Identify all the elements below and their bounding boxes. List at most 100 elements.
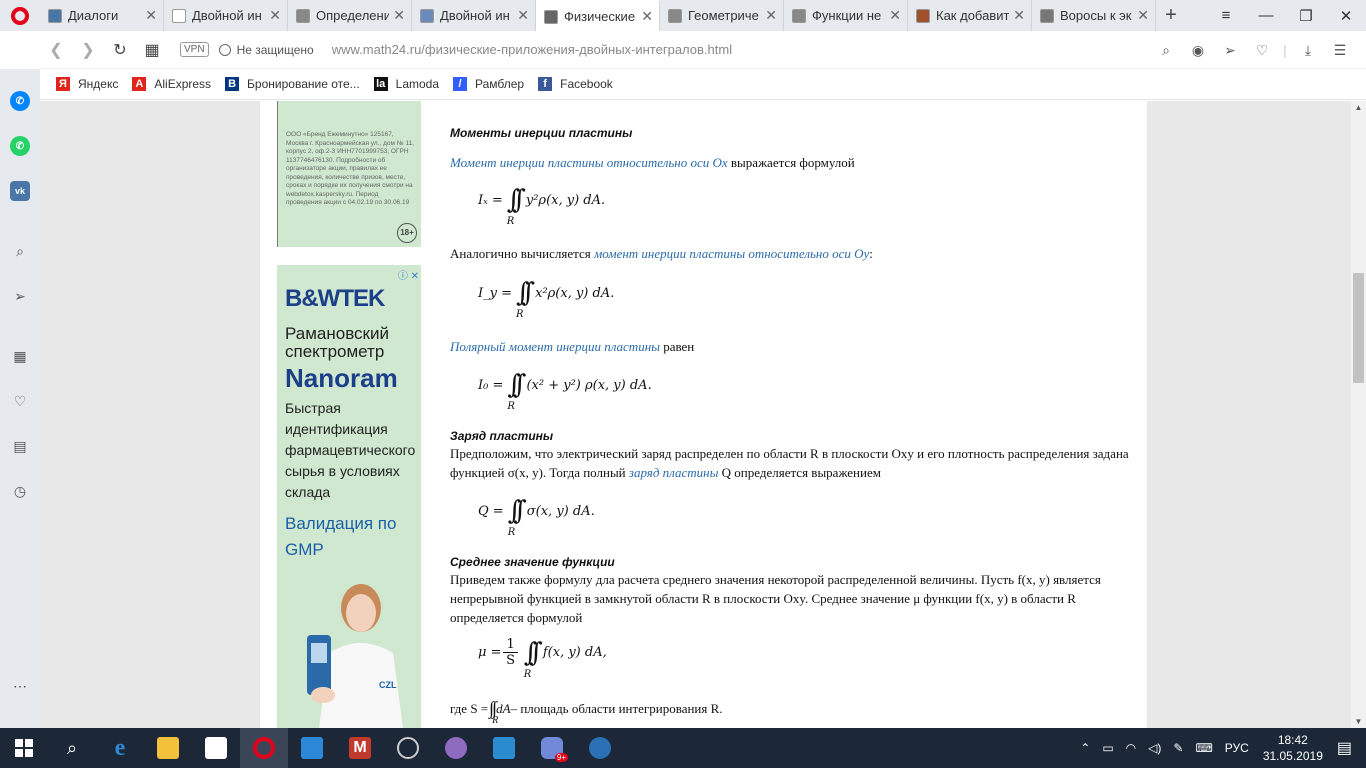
- bookmark-item[interactable]: B Бронирование оте...: [225, 77, 360, 91]
- wifi-icon[interactable]: ◠: [1126, 741, 1136, 755]
- tab-6[interactable]: Функции не ✕: [784, 0, 908, 31]
- link-moment-ox[interactable]: Момент инерции пластины относительно оси…: [450, 155, 728, 170]
- start-button[interactable]: [0, 728, 48, 768]
- link-charge[interactable]: заряд пластины: [629, 465, 719, 480]
- history-icon[interactable]: ◷: [10, 481, 30, 501]
- tab-close-icon[interactable]: ✕: [1013, 7, 1025, 24]
- taskbar-notepad[interactable]: [288, 728, 336, 768]
- more-icon[interactable]: ⋯: [10, 676, 30, 696]
- ad-banner-main[interactable]: ⓘ ✕ B&WTEK Рамановский спектрометр Nanor…: [277, 265, 421, 728]
- messenger-icon[interactable]: ✆: [10, 91, 30, 111]
- opera-menu-button[interactable]: [0, 0, 40, 31]
- tab-2[interactable]: Определени ✕: [288, 0, 412, 31]
- tab-close-icon[interactable]: ✕: [889, 7, 901, 24]
- link-moment-oy[interactable]: момент инерции пластины относительно оси…: [594, 246, 869, 261]
- clock[interactable]: 18:42 31.05.2019: [1263, 732, 1323, 764]
- battery-icon[interactable]: ▭: [1102, 741, 1113, 755]
- minimize-button[interactable]: —: [1246, 7, 1286, 24]
- heart-icon[interactable]: ♡: [10, 391, 30, 411]
- vpn-badge[interactable]: VPN: [180, 42, 209, 57]
- bookmark-item[interactable]: f Facebook: [538, 77, 613, 91]
- tab-4[interactable]: Физические ✕: [536, 0, 660, 31]
- double-integral-icon: ∫∫ R: [516, 278, 535, 320]
- taskbar-explorer[interactable]: [144, 728, 192, 768]
- taskbar-app-bracket[interactable]: [480, 728, 528, 768]
- forward-button[interactable]: ❯: [72, 40, 104, 60]
- bookmark-item[interactable]: A AliExpress: [132, 77, 211, 91]
- address-actions: ⌕ ◉ ➢ ♡ | ⤓ ☰: [1150, 31, 1356, 69]
- taskbar-store[interactable]: [192, 728, 240, 768]
- pen-icon[interactable]: ✎: [1173, 741, 1183, 755]
- store-icon: [205, 737, 227, 759]
- keyboard-icon[interactable]: ⌨: [1195, 741, 1212, 755]
- tab-menu-icon[interactable]: ≡: [1206, 7, 1246, 24]
- url-field[interactable]: www.math24.ru/физические-приложения-двой…: [332, 42, 732, 57]
- vk-icon[interactable]: vk: [10, 181, 30, 201]
- tab-favicon-icon: [420, 8, 434, 23]
- send-icon[interactable]: ➢: [10, 286, 30, 306]
- scroll-up-icon[interactable]: ▲: [1351, 103, 1366, 112]
- scroll-down-icon[interactable]: ▼: [1351, 717, 1366, 726]
- tab-label: Двойной ин: [192, 8, 262, 23]
- tab-close-icon[interactable]: ✕: [1137, 7, 1149, 24]
- taskbar-edge[interactable]: e: [96, 728, 144, 768]
- tab-list: Диалоги ✕ Двойной ин ✕ Определени ✕ Двойной ин…: [40, 0, 1156, 31]
- share-icon[interactable]: ➢: [1214, 42, 1246, 59]
- tab-0[interactable]: Диалоги ✕: [40, 0, 164, 31]
- integral-region: R: [506, 216, 515, 227]
- taskbar-search[interactable]: ⌕: [48, 728, 96, 768]
- tray-expand-icon[interactable]: ⌃: [1080, 741, 1090, 755]
- tab-close-icon[interactable]: ✕: [269, 7, 281, 24]
- news-icon[interactable]: ▤: [10, 436, 30, 456]
- new-tab-button[interactable]: +: [1156, 4, 1186, 27]
- close-window-button[interactable]: ✕: [1326, 7, 1366, 25]
- tab-close-icon[interactable]: ✕: [393, 7, 405, 24]
- taskbar-headset-app[interactable]: [576, 728, 624, 768]
- system-tray: ⌃ ▭ ◠ ◁) ✎ ⌨ РУС 18:42 31.05.2019 ▤: [1074, 728, 1366, 768]
- tab-favicon-icon: [1040, 8, 1054, 23]
- download-icon[interactable]: ⤓: [1292, 42, 1324, 59]
- whatsapp-icon[interactable]: ✆: [10, 136, 30, 156]
- windows-logo-icon: [15, 739, 33, 757]
- back-button[interactable]: ❮: [40, 40, 72, 60]
- tab-3[interactable]: Двойной ин ✕: [412, 0, 536, 31]
- speed-dial-icon[interactable]: ▦: [10, 346, 30, 366]
- taskbar-discord[interactable]: 9+: [528, 728, 576, 768]
- opera-icon: [253, 737, 275, 759]
- taskbar-steam[interactable]: [384, 728, 432, 768]
- tab-close-icon[interactable]: ✕: [641, 8, 653, 25]
- tab-close-icon[interactable]: ✕: [765, 7, 777, 24]
- ad-banner-top[interactable]: ООО «Бренд Ежеминутно» 125167, Москва г.…: [277, 101, 421, 247]
- link-polar-moment[interactable]: Полярный момент инерции пластины: [450, 339, 660, 354]
- tab-favicon-icon: [172, 8, 186, 23]
- bookmark-item[interactable]: / Рамблер: [453, 77, 524, 91]
- language-indicator[interactable]: РУС: [1225, 741, 1249, 755]
- search-icon[interactable]: ⌕: [10, 241, 30, 261]
- zoom-icon[interactable]: ⌕: [1150, 42, 1182, 59]
- notifications-icon[interactable]: ▤: [1337, 738, 1352, 758]
- bookmark-heart-icon[interactable]: ♡: [1246, 42, 1278, 59]
- tabs-grid-icon[interactable]: ▦: [136, 40, 168, 60]
- formula-ix: Iₓ = ∫∫ Ry²ρ(x, y) dA.: [478, 185, 605, 227]
- tab-1[interactable]: Двойной ин ✕: [164, 0, 288, 31]
- security-indicator[interactable]: Не защищено: [218, 43, 314, 57]
- camera-icon[interactable]: ◉: [1182, 42, 1214, 59]
- tab-8[interactable]: Воросы к эк ✕: [1032, 0, 1156, 31]
- tab-close-icon[interactable]: ✕: [145, 7, 157, 24]
- maximize-button[interactable]: ❐: [1286, 7, 1326, 25]
- bookmark-item[interactable]: la Lamoda: [373, 77, 439, 91]
- scrollbar-thumb[interactable]: [1353, 273, 1364, 383]
- taskbar-opera[interactable]: [240, 728, 288, 768]
- tab-close-icon[interactable]: ✕: [517, 7, 529, 24]
- ad-choices-icon[interactable]: ⓘ ✕: [398, 267, 419, 282]
- bookmark-item[interactable]: Я Яндекс: [56, 77, 118, 91]
- reload-button[interactable]: ↻: [104, 40, 136, 60]
- formula-iy: I_y = ∫∫ Rx²ρ(x, y) dA.: [478, 278, 614, 320]
- tab-7[interactable]: Как добавит ✕: [908, 0, 1032, 31]
- volume-icon[interactable]: ◁): [1148, 741, 1161, 755]
- tab-5[interactable]: Геометриче ✕: [660, 0, 784, 31]
- taskbar-mathcad[interactable]: M: [336, 728, 384, 768]
- taskbar-app-cat[interactable]: [432, 728, 480, 768]
- easy-setup-icon[interactable]: ☰: [1324, 42, 1356, 59]
- page-scrollbar[interactable]: ▲ ▼: [1351, 101, 1366, 728]
